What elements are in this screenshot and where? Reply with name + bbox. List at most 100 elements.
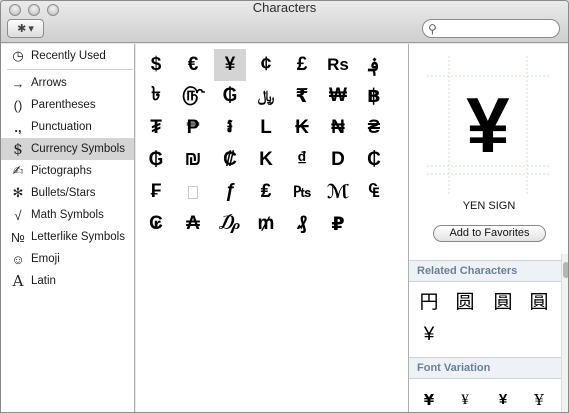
char-cell[interactable]: ₯ [214, 208, 246, 240]
missing-glyph-box [188, 185, 198, 199]
char-cell[interactable]: ៛ [214, 112, 246, 144]
sidebar-item-label: Currency Symbols [31, 143, 125, 155]
clock-icon: ◷ [12, 48, 24, 63]
sidebar-item-pictographs[interactable]: ✍ Pictographs [1, 160, 134, 182]
char-cell[interactable]: ₡ [214, 144, 246, 176]
character-preview: ¥ [427, 56, 549, 196]
characters-window: Characters ✱ ▾ ⚲ ◷ Recently Used → Arrow… [0, 0, 569, 413]
sidebar-item-latin[interactable]: A Latin [1, 270, 134, 292]
char-cell[interactable]: ₹ [286, 80, 318, 112]
char-cell[interactable]: ƒ [214, 176, 246, 208]
info-panel-scrollbar[interactable] [561, 254, 568, 412]
char-cell[interactable]: ₪ [177, 144, 209, 176]
sidebar-item-letterlike-symbols[interactable]: № Letterlike Symbols [1, 226, 134, 248]
char-cell-missing-glyph[interactable] [177, 176, 209, 208]
char-cell[interactable]: ₦ [322, 112, 354, 144]
sidebar-item-label: Emoji [31, 253, 60, 265]
sidebar-item-label: Pictographs [31, 165, 92, 177]
char-cell[interactable]: ৳ [140, 80, 172, 112]
char-cell[interactable]: ₣ [140, 176, 172, 208]
sidebar-item-label: Recently Used [31, 50, 106, 62]
numero-icon: № [11, 229, 25, 245]
char-cell[interactable]: ௹ [177, 80, 209, 112]
arrow-icon: → [11, 75, 25, 91]
char-cell[interactable]: ₴ [358, 112, 390, 144]
char-cell[interactable]: ₫ [286, 144, 318, 176]
char-cell[interactable]: ؋ [358, 49, 390, 81]
char-cell-selected[interactable]: ¥ [214, 49, 246, 81]
char-cell[interactable]: ₲ [214, 80, 246, 112]
char-cell[interactable]: ₳ [177, 208, 209, 240]
pictograph-icon: ✍ [12, 163, 24, 178]
related-char[interactable]: 圆 [451, 288, 479, 318]
font-variation-char[interactable]: ¥ [415, 389, 443, 411]
sidebar-item-math-symbols[interactable]: √ Math Symbols [1, 204, 134, 226]
char-cell[interactable]: ฿ [358, 80, 390, 112]
char-cell[interactable]: ℳ [322, 176, 354, 208]
star-icon: ✻ [12, 185, 24, 200]
add-to-favorites-button[interactable]: Add to Favorites [433, 225, 546, 242]
char-cell[interactable]: K [250, 144, 282, 176]
related-char[interactable]: 圓 [489, 288, 517, 318]
category-sidebar: ◷ Recently Used → Arrows () Parentheses … [1, 44, 135, 412]
font-variation-char[interactable]: ¥ [451, 389, 479, 411]
related-char[interactable]: 円 [415, 288, 443, 318]
char-cell[interactable]: Rs [322, 49, 354, 81]
search-field[interactable]: ⚲ [422, 19, 560, 38]
sidebar-item-recently-used[interactable]: ◷ Recently Used [1, 45, 134, 67]
sidebar-item-punctuation[interactable]: ., Punctuation [1, 116, 134, 138]
sidebar-item-label: Punctuation [31, 121, 92, 133]
window-title: Characters [252, 0, 317, 15]
title-bar: Characters ✱ ▾ ⚲ [1, 1, 568, 43]
chevron-down-icon: ▾ [28, 23, 34, 35]
char-cell[interactable]: £ [286, 49, 318, 81]
character-grid: $ € ¥ ¢ £ Rs ؋ ৳ ௹ ₲ ﷼ ₹ ₩ ฿ ₮ ₱ ៛ L ₭ ₦… [136, 44, 408, 412]
char-cell[interactable]: € [177, 49, 209, 81]
sidebar-item-bullets-stars[interactable]: ✻ Bullets/Stars [1, 182, 134, 204]
sidebar-item-label: Parentheses [31, 99, 96, 111]
char-cell[interactable]: ₥ [250, 208, 282, 240]
sidebar-item-currency-symbols[interactable]: $ Currency Symbols [1, 138, 134, 160]
sidebar-item-label: Arrows [31, 77, 67, 89]
search-icon: ⚲ [428, 22, 437, 36]
char-cell[interactable]: ₮ [140, 112, 172, 144]
char-cell[interactable]: $ [140, 49, 172, 81]
action-menu-button[interactable]: ✱ ▾ [7, 19, 44, 38]
character-info-panel: ¥ YEN SIGN Add to Favorites Related Char… [408, 44, 568, 412]
related-char[interactable]: ¥ [415, 320, 443, 350]
sidebar-item-label: Math Symbols [31, 209, 104, 221]
parentheses-icon: () [13, 97, 23, 113]
char-cell[interactable]: ₱ [177, 112, 209, 144]
square-root-icon: √ [14, 207, 22, 223]
scrollbar-thumb[interactable] [563, 262, 568, 278]
char-cell[interactable]: ₩ [322, 80, 354, 112]
char-cell[interactable]: ₤ [250, 176, 282, 208]
char-cell[interactable]: ₰ [286, 208, 318, 240]
char-cell[interactable]: L [250, 112, 282, 144]
char-cell[interactable]: ₠ [358, 176, 390, 208]
char-cell[interactable]: ¢ [250, 49, 282, 81]
gear-icon: ✱ [17, 23, 27, 35]
sidebar-item-parentheses[interactable]: () Parentheses [1, 94, 134, 116]
sidebar-item-arrows[interactable]: → Arrows [1, 72, 134, 94]
char-cell[interactable]: ₽ [322, 208, 354, 240]
char-cell[interactable]: D [322, 144, 354, 176]
char-cell[interactable]: ﷼ [250, 80, 282, 112]
sidebar-item-label: Latin [31, 275, 56, 287]
char-cell[interactable]: ₭ [286, 112, 318, 144]
char-cell[interactable]: ₲ [140, 144, 172, 176]
search-input[interactable] [443, 21, 555, 36]
punctuation-icon: ., [14, 119, 22, 135]
dollar-icon: $ [13, 140, 23, 158]
font-variation-char[interactable]: ¥ [525, 389, 553, 411]
smiley-icon: ☺ [11, 251, 25, 267]
letter-a-icon: A [12, 272, 24, 290]
related-char[interactable]: 圓 [525, 288, 553, 318]
char-cell[interactable]: ₧ [286, 176, 318, 208]
char-cell[interactable]: ₢ [140, 208, 172, 240]
sidebar-item-label: Letterlike Symbols [31, 231, 125, 243]
char-cell[interactable]: ₵ [358, 144, 390, 176]
preview-glyph: ¥ [466, 81, 510, 169]
font-variation-char[interactable]: ¥ [489, 389, 517, 411]
sidebar-item-emoji[interactable]: ☺ Emoji [1, 248, 134, 270]
